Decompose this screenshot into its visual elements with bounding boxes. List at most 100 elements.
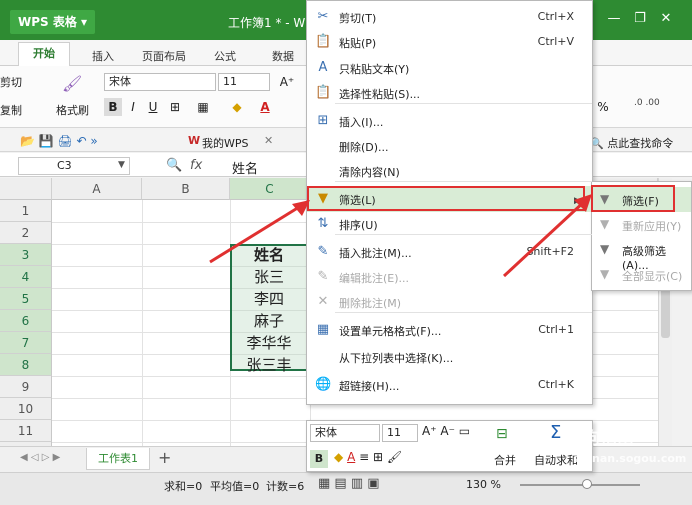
context-menu-item[interactable]: 🌐 超链接(H)... Ctrl+K <box>307 372 592 398</box>
context-menu-item[interactable]: 删除(D)... <box>307 133 592 159</box>
paste-icon: 📋 <box>315 34 332 49</box>
context-menu-item-shortcut: Ctrl+K <box>537 378 574 391</box>
font-color-icon[interactable]: A <box>256 98 274 116</box>
copy-button[interactable]: 复制 <box>0 102 22 118</box>
row-header[interactable]: 2 <box>0 222 52 244</box>
row-header[interactable]: 7 <box>0 332 52 354</box>
zoom-level[interactable]: 130 % <box>466 478 501 491</box>
context-menu-item-label: 删除批注(M) <box>339 297 402 310</box>
submenu-item-label: 重新应用(Y) <box>622 220 682 233</box>
add-sheet-button[interactable]: + <box>158 448 171 467</box>
underline-button[interactable]: U <box>144 98 162 116</box>
row-header[interactable]: 9 <box>0 376 52 398</box>
submenu-item[interactable]: ▼ 高级筛选(A)... <box>592 237 691 272</box>
cell-c8[interactable]: 张三丰 <box>231 354 307 376</box>
tab-home[interactable]: 开始 <box>18 42 70 66</box>
tab-page-layout[interactable]: 页面布局 <box>142 48 186 64</box>
mini-format-icons[interactable]: ◆ A ≡ ⊞ 🖌 <box>334 450 402 464</box>
col-header-a[interactable]: A <box>52 178 142 200</box>
autosum-button[interactable]: 自动求和 <box>534 452 578 468</box>
context-menu-item[interactable]: ▦ 设置单元格格式(F)... Ctrl+1 <box>307 317 592 343</box>
format-painter-button[interactable]: 格式刷 <box>56 102 89 118</box>
context-menu-item-shortcut: Ctrl+1 <box>538 323 574 336</box>
row-header[interactable]: 4 <box>0 266 52 288</box>
context-menu-item-label: 粘贴(P) <box>339 37 377 50</box>
context-menu-item-label: 清除内容(N) <box>339 166 400 179</box>
status-average: 平均值=0 <box>210 480 260 493</box>
mini-font-select[interactable]: 宋体 <box>310 424 380 442</box>
fill-pattern-icon[interactable]: ▦ <box>194 98 212 116</box>
bold-button[interactable]: B <box>104 98 122 116</box>
name-box[interactable]: C3 <box>18 157 130 175</box>
context-menu-item-label: 只粘贴文本(Y) <box>339 63 410 76</box>
my-wps-tab[interactable]: 我的WPS <box>202 135 249 151</box>
minimize-icon[interactable]: — <box>604 10 624 28</box>
context-menu-item-label: 选择性粘贴(S)... <box>339 88 421 101</box>
row-header[interactable]: 6 <box>0 310 52 332</box>
sheet-tab[interactable]: 工作表1 <box>86 448 150 470</box>
mini-size-select[interactable]: 11 <box>382 424 418 442</box>
row-header[interactable]: 1 <box>0 200 52 222</box>
menu-separator <box>335 103 592 104</box>
sigma-icon[interactable]: Σ <box>550 422 561 443</box>
app-menu-button[interactable]: WPS 表格 ▾ <box>10 10 96 34</box>
row-header[interactable]: 8 <box>0 354 52 376</box>
context-menu-item-label: 剪切(T) <box>339 12 377 25</box>
context-menu-item[interactable]: A 只粘贴文本(Y) <box>307 55 592 81</box>
merge-icon[interactable]: ⊟ <box>496 426 508 442</box>
status-sum: 求和=0 <box>164 480 203 493</box>
select-all-corner[interactable] <box>0 178 52 200</box>
document-title: 工作簿1 * - W <box>228 16 306 30</box>
zoom-slider[interactable] <box>520 484 640 486</box>
context-menu-item[interactable]: ⊞ 插入(I)... <box>307 108 592 134</box>
italic-button[interactable]: I <box>124 98 142 116</box>
decimal-icons[interactable]: .0 .00 <box>634 98 660 108</box>
font-select[interactable]: 宋体 <box>104 73 216 91</box>
mini-bold-button[interactable]: B <box>310 450 328 468</box>
row-header[interactable]: 10 <box>0 398 52 420</box>
fill-color-icon[interactable]: ◆ <box>228 98 246 116</box>
scroll-thumb[interactable] <box>661 288 670 338</box>
cell-c5[interactable]: 李四 <box>231 288 307 310</box>
formula-input[interactable]: 姓名 <box>232 158 258 177</box>
cut-button[interactable]: 剪切 <box>0 74 22 90</box>
format-painter-icon[interactable]: 🖌 <box>62 74 82 93</box>
blank-icon <box>315 349 331 365</box>
blank-icon <box>315 163 331 179</box>
cell-c6[interactable]: 麻子 <box>231 310 307 332</box>
tab-data[interactable]: 数据 <box>272 48 294 64</box>
tab-formulas[interactable]: 公式 <box>214 48 236 64</box>
tab-insert[interactable]: 插入 <box>92 48 114 64</box>
mini-grow-icons[interactable]: A⁺ A⁻ ▭ <box>422 424 470 438</box>
row-header[interactable]: 3 <box>0 244 52 266</box>
close-icon[interactable]: ✕ <box>656 10 676 28</box>
view-mode-icons[interactable]: ▦ ▤ ▥ ▣ <box>318 476 380 491</box>
grow-font-icon[interactable]: A⁺ <box>278 73 296 91</box>
cell-c7[interactable]: 李华华 <box>231 332 307 354</box>
context-menu-item-shortcut: Ctrl+X <box>537 10 574 23</box>
context-menu-item-label: 插入(I)... <box>339 116 384 129</box>
border-icon[interactable]: ⊞ <box>166 98 184 116</box>
context-menu-item[interactable]: ✂ 剪切(T) Ctrl+X <box>307 4 592 30</box>
merge-button[interactable]: 合并 <box>494 452 516 468</box>
sheet-nav-icons[interactable]: ◀ ◁ ▷ ▶ <box>20 452 60 463</box>
context-menu-item[interactable]: 从下拉列表中选择(K)... <box>307 344 592 370</box>
context-menu-item-label: 从下拉列表中选择(K)... <box>339 352 454 365</box>
percent-button[interactable]: % <box>594 98 612 116</box>
name-box-dropdown-icon[interactable]: ▼ <box>118 160 125 170</box>
zoom-cell-icon[interactable]: 🔍 <box>166 158 182 173</box>
find-command[interactable]: 🔍 点此查找命令 <box>590 135 673 151</box>
qat-icons[interactable]: 📂 💾 🖨 ↶ » <box>20 134 98 148</box>
context-menu-item-label: 插入批注(M)... <box>339 247 412 260</box>
row-header[interactable]: 11 <box>0 420 52 442</box>
find-command-label: 点此查找命令 <box>607 137 674 150</box>
zoom-slider-handle[interactable] <box>582 479 592 489</box>
paste-text-icon: A <box>318 60 328 75</box>
delete-comment-icon: ✕ <box>317 294 329 309</box>
tab-close-icon[interactable]: ✕ <box>264 134 273 147</box>
restore-icon[interactable]: ❐ <box>630 10 650 28</box>
row-header[interactable]: 5 <box>0 288 52 310</box>
context-menu-item[interactable]: 📋 粘贴(P) Ctrl+V <box>307 29 592 55</box>
fx-label[interactable]: fx <box>190 158 202 173</box>
font-size-select[interactable]: 11 <box>218 73 270 91</box>
